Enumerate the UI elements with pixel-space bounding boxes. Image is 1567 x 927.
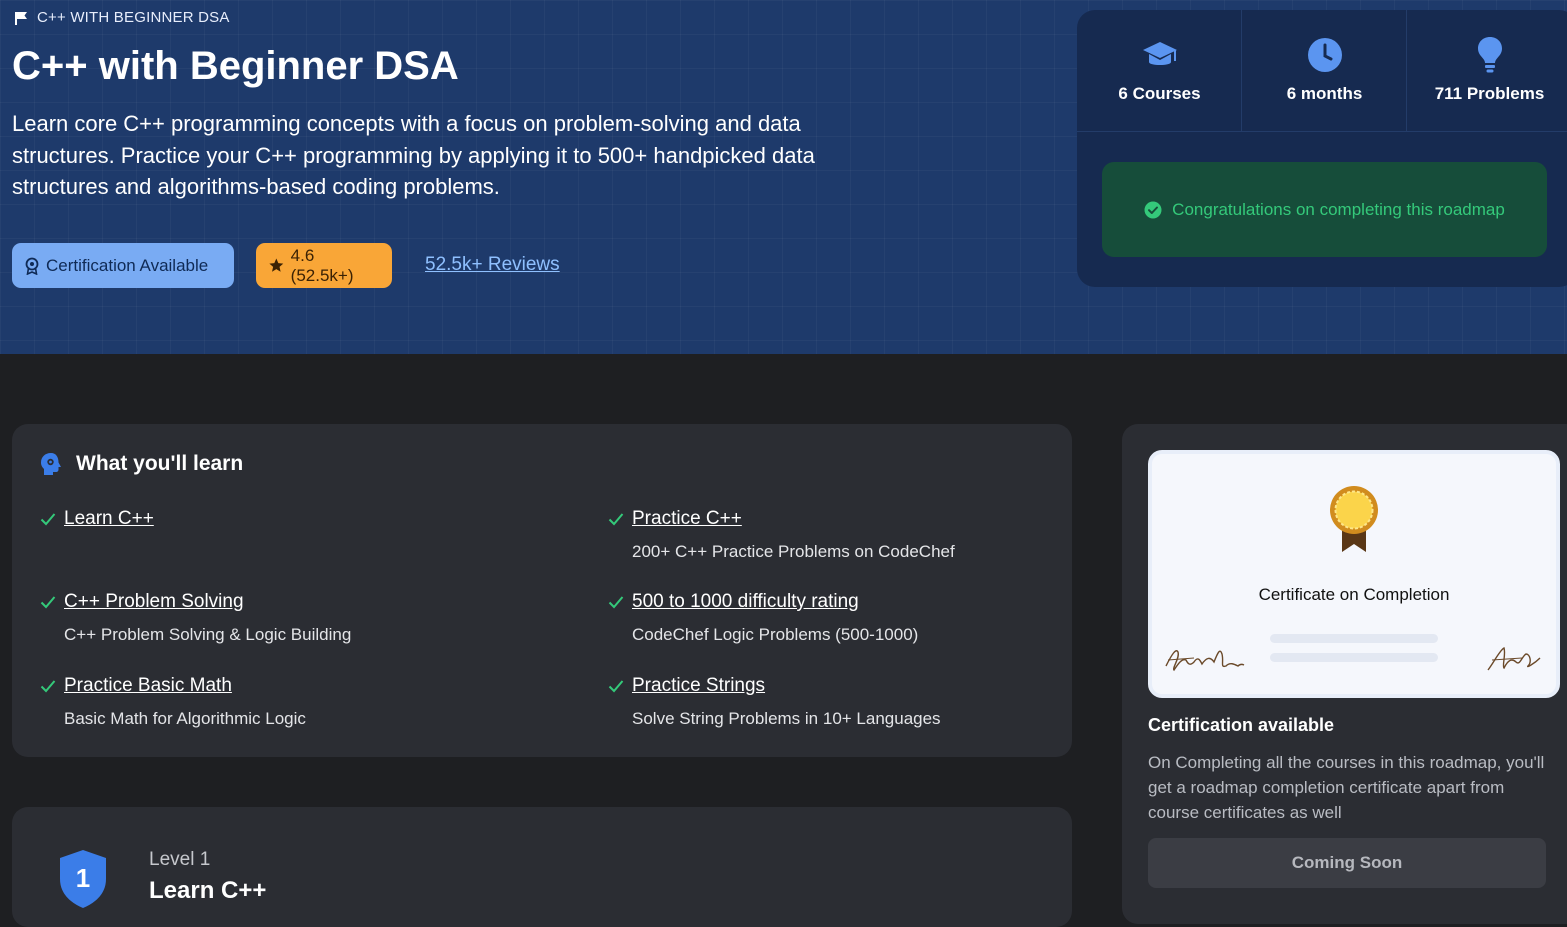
page-title: C++ with Beginner DSA (12, 44, 459, 88)
learn-item-link[interactable]: Practice C++ (632, 508, 742, 530)
certificate-placeholder-line (1270, 634, 1438, 643)
learn-item-link[interactable]: Practice Strings (632, 675, 765, 697)
flag-icon (15, 11, 27, 25)
check-icon (40, 680, 56, 693)
stat-problems-label: 711 Problems (1434, 84, 1545, 103)
check-icon (608, 680, 624, 693)
stat-duration: 6 months (1242, 10, 1407, 131)
learn-item-description: Solve String Problems in 10+ Languages (632, 709, 941, 728)
award-icon (25, 257, 39, 275)
certificate-preview: Certificate on Completion (1148, 450, 1560, 698)
graduation-cap-icon (1141, 36, 1179, 74)
medal-icon (1330, 486, 1378, 552)
level-card[interactable]: 1 Level 1 Learn C++ (12, 807, 1072, 927)
certificate-description: On Completing all the courses in this ro… (1148, 753, 1545, 822)
learn-item-link[interactable]: Learn C++ (64, 508, 154, 530)
certificate-panel: Certificate on Completion Certification … (1122, 424, 1567, 924)
learn-item-link[interactable]: Practice Basic Math (64, 675, 232, 697)
roadmap-hero: C++ WITH BEGINNER DSA C++ with Beginner … (0, 0, 1567, 354)
stats-divider (1077, 131, 1567, 132)
check-circle-icon (1144, 201, 1162, 218)
completion-message: Congratulations on completing this roadm… (1172, 199, 1505, 219)
learn-item-description: C++ Problem Solving & Logic Building (64, 625, 352, 644)
learn-item-description: 200+ C++ Practice Problems on CodeChef (632, 542, 955, 561)
rating-badge[interactable]: 4.6 (52.5k+) (256, 243, 392, 288)
learn-item-description: CodeChef Logic Problems (500-1000) (632, 625, 919, 644)
level-label: Level 1 (149, 849, 211, 870)
what-youll-learn-card: What you'll learn Learn C++ Practice C++… (12, 424, 1072, 757)
lightbulb-icon (1477, 36, 1503, 74)
signature-left (1165, 650, 1245, 672)
check-icon (40, 513, 56, 526)
rating-label: 4.6 (52.5k+) (290, 245, 354, 285)
level-title: Learn C++ (149, 877, 267, 904)
roadmap-stats-panel: 6 Courses 6 months 711 Problems Congratu… (1077, 10, 1567, 287)
signature-right (1487, 647, 1541, 671)
certification-badge-label: Certification Available (46, 255, 209, 275)
check-icon (608, 513, 624, 526)
roadmap-description: Learn core C++ programming concepts with… (12, 111, 815, 199)
learn-item-link[interactable]: C++ Problem Solving (64, 591, 244, 613)
breadcrumb: C++ WITH BEGINNER DSA (14, 9, 230, 26)
check-icon (608, 596, 624, 609)
stat-courses: 6 Courses (1077, 10, 1242, 131)
breadcrumb-label: C++ WITH BEGINNER DSA (37, 9, 230, 26)
certificate-heading: Certification available (1148, 715, 1335, 735)
completion-banner: Congratulations on completing this roadm… (1102, 162, 1547, 257)
check-icon (40, 596, 56, 609)
certification-available-badge[interactable]: Certification Available (12, 243, 234, 288)
learn-item-description: Basic Math for Algorithmic Logic (64, 709, 306, 728)
reviews-link[interactable]: 52.5k+ Reviews (425, 254, 560, 276)
coming-soon-button[interactable]: Coming Soon (1148, 838, 1546, 888)
stat-duration-label: 6 months (1286, 84, 1363, 103)
stat-problems: 711 Problems (1407, 10, 1567, 131)
clock-icon (1307, 36, 1343, 74)
brain-head-icon (41, 453, 61, 475)
certificate-placeholder-line (1270, 653, 1438, 662)
learn-heading: What you'll learn (40, 452, 243, 476)
level-shield-icon: 1 (60, 850, 106, 908)
star-icon (269, 258, 284, 272)
stat-courses-label: 6 Courses (1118, 84, 1201, 103)
learn-heading-label: What you'll learn (76, 452, 244, 475)
level-number: 1 (76, 863, 90, 893)
certificate-caption: Certificate on Completion (1258, 585, 1450, 604)
learn-item-link[interactable]: 500 to 1000 difficulty rating (632, 591, 859, 613)
